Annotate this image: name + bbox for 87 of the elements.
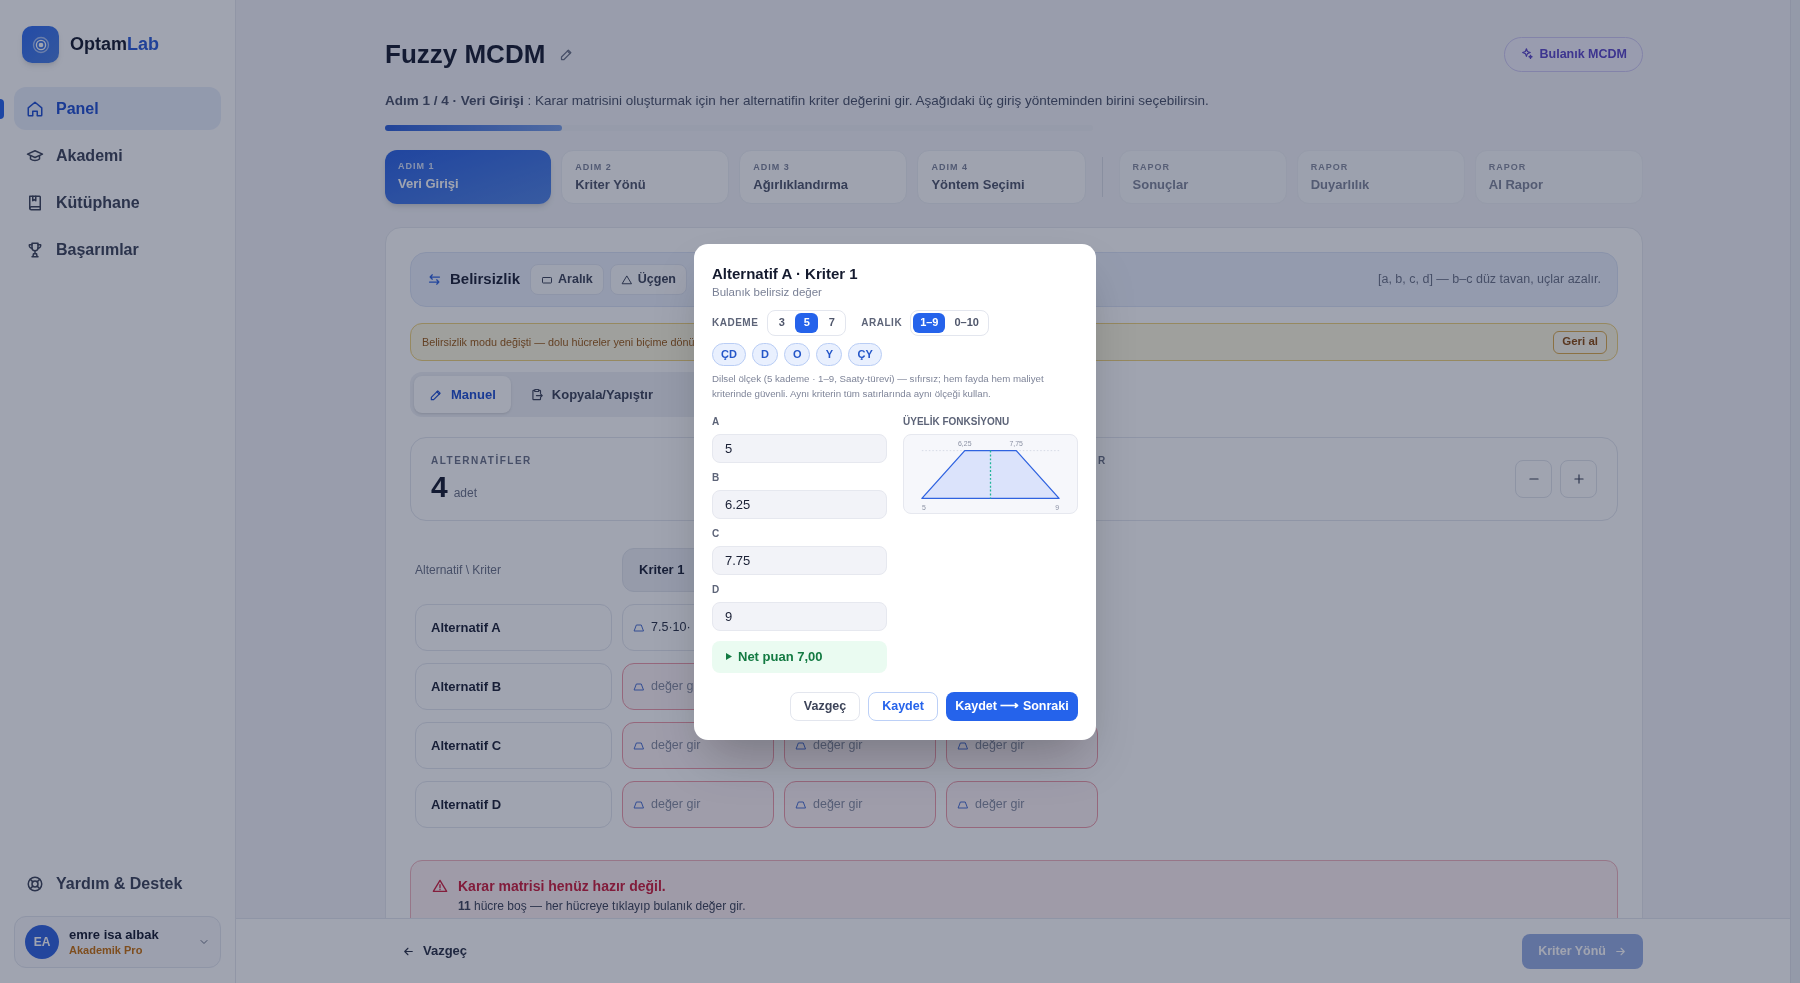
option-group-label: ARALIK [861, 316, 903, 330]
mode-button[interactable]: Bulanık MCDM [1503, 36, 1643, 72]
dialog-title: Alternatif A · Kriter 1 [712, 263, 858, 284]
term-chip[interactable]: Y [816, 342, 843, 366]
trapezoid-icon [633, 621, 645, 634]
alert-title: Karar matrisi henüz hazır değil. [458, 877, 666, 896]
method-tab[interactable]: Kopyala/Yapıştır [514, 376, 668, 413]
book-icon [26, 193, 44, 212]
row-label: Alternatif B [415, 663, 612, 710]
trapezoid-icon [795, 798, 807, 811]
value-field[interactable]: 9 [712, 601, 887, 631]
nav-item[interactable]: Kütüphane [14, 181, 221, 224]
trapezoid-icon [633, 798, 645, 811]
notice-text: Belirsizlik modu değişti — dolu hücreler yeni biçime dönü [422, 334, 695, 350]
warning-icon [432, 878, 448, 894]
avatar: EA [25, 925, 59, 959]
swap-arrows-icon [427, 272, 442, 287]
pencil-icon [429, 387, 443, 402]
value-field[interactable]: 6.25 [712, 489, 887, 519]
step-tab[interactable]: ADIM 2 Kriter Yönü [561, 150, 730, 204]
nav-item[interactable]: Başarımlar [14, 228, 221, 271]
trapezoid-icon [633, 680, 645, 693]
net-score: Net puan 7,00 [738, 647, 823, 666]
term-chip[interactable]: ÇY [848, 342, 882, 366]
triangle-icon [620, 273, 633, 286]
row-label: Alternatif D [415, 781, 612, 828]
clipboard-icon [529, 387, 544, 402]
value-field[interactable]: 7.75 [712, 545, 887, 575]
trophy-icon [26, 240, 44, 259]
segment-option[interactable]: 3 [770, 312, 794, 333]
value-field[interactable]: 5 [712, 433, 887, 463]
trapezoid-icon [633, 739, 645, 752]
dialog-button[interactable]: Kaydet [868, 691, 938, 721]
uncertainty-label: Belirsizlik [450, 269, 521, 290]
step-summary: Adım 1 / 4 · Veri Girişi : Karar matrisini oluşturmak için her alternatifin kriter değerini gir. Aşağıdaki üç giriş yönteminden birini seçebilirsin. [385, 92, 1210, 110]
trapezoid-icon [957, 739, 969, 752]
nav-item[interactable]: Akademi [14, 134, 221, 177]
row-label: Alternatif A [415, 604, 612, 651]
term-chip[interactable]: O [783, 342, 811, 366]
counter-unit: adet [453, 485, 478, 502]
dialog-button[interactable]: Vazgeç [790, 691, 860, 721]
trapezoid-icon [795, 739, 807, 752]
increment-button[interactable] [1560, 460, 1597, 498]
term-chip[interactable]: D [751, 342, 778, 366]
counter-label: ALTERNATİFLER [431, 455, 532, 467]
dialog-button[interactable]: Kaydet ⟶ Sonraki [946, 691, 1078, 721]
plus-icon [1571, 472, 1586, 486]
sparkle-icon [1519, 47, 1534, 61]
step-tab[interactable]: ADIM 4 Yöntem Seçimi [917, 150, 1086, 204]
field-label: C [712, 527, 720, 540]
back-button[interactable]: Vazgeç [385, 934, 485, 968]
reference-line [989, 449, 992, 499]
field-label: A [712, 415, 720, 428]
row-label: Alternatif C [415, 722, 612, 769]
segment-option[interactable]: 0–10 [947, 312, 986, 333]
step-tab[interactable]: ADIM 3 Ağırlıklandırma [739, 150, 908, 204]
field-label: B [712, 471, 720, 484]
uncertainty-hint: [a, b, c, d] — b–c düz tavan, uçlar azalır. [1377, 271, 1601, 289]
method-tab[interactable]: Manuel [414, 376, 511, 413]
counter-value: 4 [431, 470, 448, 504]
trapezoid-icon [957, 798, 969, 811]
help-link[interactable]: Yardım & Destek [14, 862, 221, 905]
segment-option[interactable]: 5 [795, 312, 819, 333]
user-plan: Akademik Pro [69, 943, 144, 957]
term-chip[interactable]: ÇD [712, 342, 746, 366]
caret-right-icon [726, 653, 732, 660]
counter-label: R [1098, 455, 1107, 467]
chart-title: ÜYELİK FONKSİYONU [903, 415, 1010, 428]
matrix-corner-label: Alternatif \ Kriter [415, 562, 502, 579]
active-indicator [0, 99, 4, 119]
segment-option[interactable]: 1–9 [913, 312, 946, 333]
home-icon [26, 99, 44, 118]
dialog-subtitle: Bulanık belirsiz değer [712, 284, 822, 300]
user-card[interactable]: EA emre isa albak Akademik Pro [14, 916, 221, 968]
uncertainty-option[interactable]: Aralık [530, 264, 604, 295]
scale-description: Dilsel ölçek (5 kademe · 1–9, Saaty-türevi) — sıfırsız; hem fayda hem maliyet kriterinde güvenli. Aynı kriterin tüm satırlarında aynı ölçeği kullan. [712, 371, 1045, 401]
uncertainty-option[interactable]: Üçgen [609, 264, 687, 295]
option-group-label: KADEME [712, 316, 759, 330]
step-tab[interactable]: ADIM 1 Veri Girişi [385, 150, 552, 204]
lifebuoy-icon [26, 874, 44, 893]
alert-detail: 11 hücre boş — her hücreye tıklayıp bulanık değer gir. [458, 898, 747, 914]
brand-name: OptamLab [70, 33, 160, 56]
logo-icon [22, 26, 59, 63]
decrement-button[interactable] [1515, 460, 1552, 498]
page-title: Fuzzy MCDM [385, 38, 546, 71]
user-name: emre isa albak [69, 927, 159, 943]
segment-option[interactable]: 7 [820, 312, 844, 333]
